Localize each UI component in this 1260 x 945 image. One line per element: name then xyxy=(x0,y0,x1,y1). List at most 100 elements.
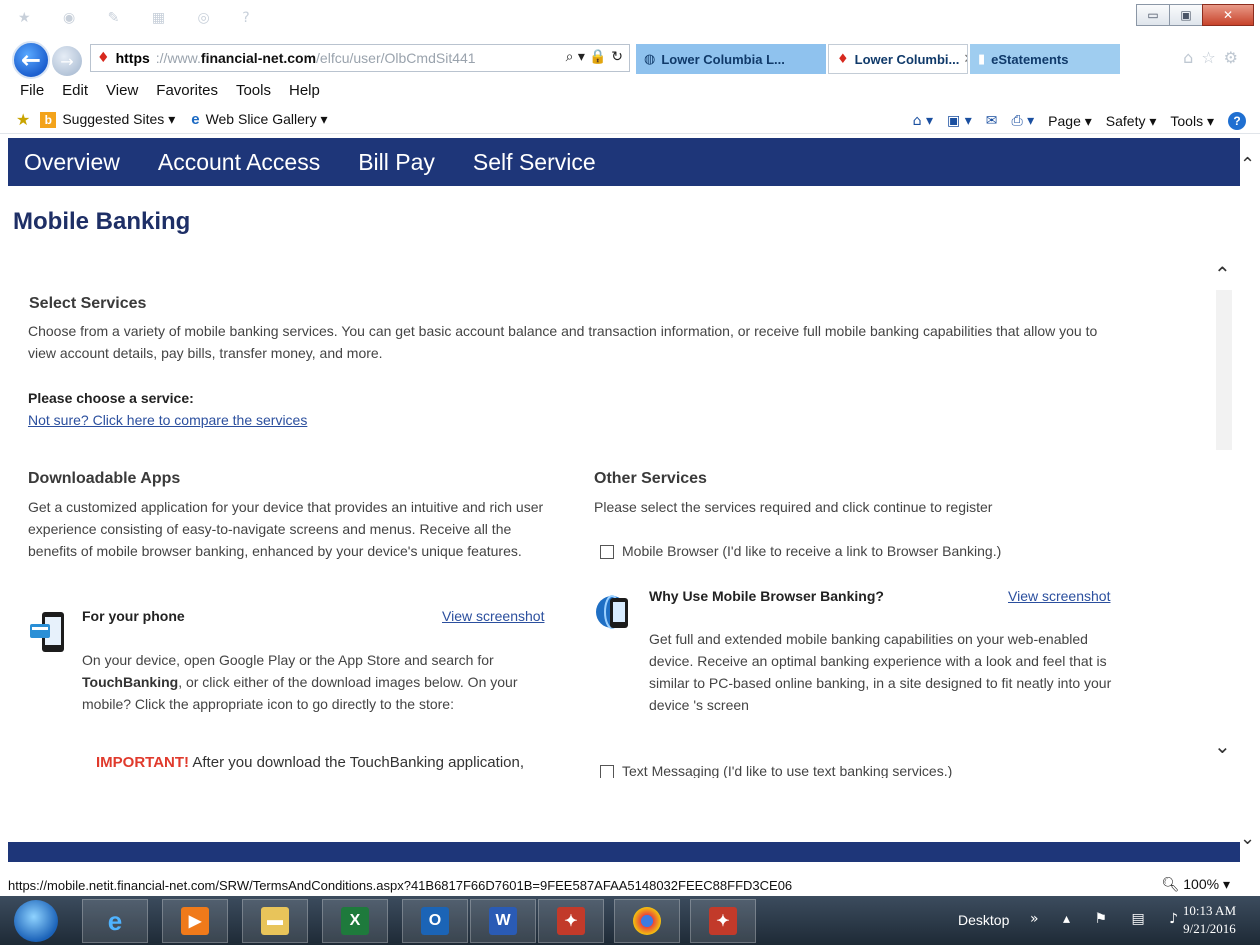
mail-icon[interactable]: ✉ xyxy=(986,113,998,129)
tab-lower-columbia-2[interactable]: ♦ Lower Columbi... ✕ xyxy=(828,44,968,74)
window-titlebar: ★ ◉ ✎ ▦ ◎ ? ▭ ▣ ✕ xyxy=(0,0,1260,36)
tools-menu[interactable]: Tools ▾ xyxy=(1170,113,1214,130)
phone-app-icon xyxy=(30,612,64,652)
menu-edit[interactable]: Edit xyxy=(62,82,88,99)
clock-time: 10:13 AM xyxy=(1182,903,1236,918)
taskbar-media-player[interactable]: ▶ xyxy=(162,899,228,943)
faded-toolbar-icons: ★ ◉ ✎ ▦ ◎ ? xyxy=(18,10,264,26)
media-player-icon: ▶ xyxy=(181,907,209,935)
globe-icon: ◍ xyxy=(644,51,656,67)
taskbar-app-generic-1[interactable]: ✦ xyxy=(538,899,604,943)
view-screenshot-browser-link[interactable]: View screenshot xyxy=(1008,588,1110,604)
mobile-browser-label[interactable]: Mobile Browser (I'd like to receive a li… xyxy=(622,543,1001,559)
outlook-icon: O xyxy=(421,907,449,935)
other-services-title: Other Services xyxy=(594,470,707,487)
ie-icon: e xyxy=(107,905,123,936)
site-favicon-icon: ♦ xyxy=(97,50,110,66)
site-favicon-icon: ♦ xyxy=(837,51,849,67)
page-menu[interactable]: Page ▾ xyxy=(1048,113,1092,130)
status-bar: https://mobile.netit.financial-net.com/S… xyxy=(0,874,1260,896)
view-screenshot-app-link[interactable]: View screenshot xyxy=(442,608,544,624)
screen: ★ ◉ ✎ ▦ ◎ ? ▭ ▣ ✕ ← → ♦ https ://www. fi… xyxy=(0,0,1260,945)
important-text: After you download the TouchBanking appl… xyxy=(189,754,525,771)
safety-menu[interactable]: Safety ▾ xyxy=(1106,113,1157,130)
address-path: /elfcu/user/OlbCmdSit441 xyxy=(316,50,476,66)
nav-self-service[interactable]: Self Service xyxy=(473,149,596,176)
nav-bill-pay[interactable]: Bill Pay xyxy=(358,149,435,176)
compare-services-link[interactable]: Not sure? Click here to compare the serv… xyxy=(28,412,307,428)
address-actions[interactable]: ⌕ ▾ 🔒 ↻ xyxy=(566,49,623,65)
downloadable-apps-description: Get a customized application for your de… xyxy=(28,499,544,559)
touchbanking-name: TouchBanking xyxy=(82,674,179,690)
restore-button[interactable]: ▣ xyxy=(1169,4,1203,26)
why-mobile-browser-text: Get full and extended mobile banking cap… xyxy=(649,631,1112,713)
feeds-icon[interactable]: ▣ ▾ xyxy=(947,113,972,129)
back-button[interactable]: ← xyxy=(12,41,50,79)
minimize-button[interactable]: ▭ xyxy=(1136,4,1170,26)
status-url: https://mobile.netit.financial-net.com/S… xyxy=(8,877,793,893)
text-messaging-checkbox[interactable] xyxy=(600,765,614,778)
scroll-up-icon[interactable]: ⌃ xyxy=(1214,262,1231,286)
chevron-down-icon[interactable]: ⌄ xyxy=(1240,828,1255,849)
suggested-sites-link[interactable]: Suggested Sites ▾ xyxy=(62,111,175,128)
app-instructions: On your device, open Google Play or the … xyxy=(82,649,552,715)
chrome-icon xyxy=(633,907,661,935)
nav-overview[interactable]: Overview xyxy=(24,149,120,176)
browser-nav-row: ← → ♦ https ://www. financial-net.com /e… xyxy=(0,38,1260,79)
main-content: Select Services Choose from a variety of… xyxy=(0,262,1215,778)
home-favorites-settings-icons[interactable]: ⌂☆⚙ xyxy=(1183,48,1246,67)
command-bar: ⌂ ▾ ▣ ▾ ✉ ⎙ ▾ Page ▾ Safety ▾ Tools ▾ ? xyxy=(899,112,1246,130)
menu-view[interactable]: View xyxy=(106,82,138,99)
zoom-icon: 🔍︎ xyxy=(1161,876,1180,892)
taskbar-app-generic-2[interactable]: ✦ xyxy=(690,899,756,943)
tab-estatements[interactable]: ▮ eStatements xyxy=(970,44,1120,74)
close-window-button[interactable]: ✕ xyxy=(1202,4,1254,26)
ie-icon: e xyxy=(191,111,200,128)
clock[interactable]: 10:13 AM 9/21/2016 xyxy=(1183,902,1236,938)
scrollbar-thumb[interactable] xyxy=(1216,290,1232,450)
system-tray-icons[interactable]: » ▴ ⚑ ▤ ♪ xyxy=(1030,911,1188,927)
menu-favorites[interactable]: Favorites xyxy=(156,82,218,99)
address-scheme: https xyxy=(115,50,150,66)
nav-account-access[interactable]: Account Access xyxy=(158,149,320,176)
why-mobile-browser-heading: Why Use Mobile Browser Banking? xyxy=(649,588,884,604)
chevron-up-icon[interactable]: ⌃ xyxy=(1240,154,1255,175)
downloadable-apps-title: Downloadable Apps xyxy=(28,470,181,487)
select-services-description: Choose from a variety of mobile banking … xyxy=(28,323,1098,361)
start-button[interactable] xyxy=(14,900,58,942)
home-icon[interactable]: ⌂ ▾ xyxy=(913,113,933,129)
menu-help[interactable]: Help xyxy=(289,82,320,99)
favorites-star-icon[interactable]: ★ xyxy=(16,110,30,129)
address-bar[interactable]: ♦ https ://www. financial-net.com /elfcu… xyxy=(90,44,630,72)
word-icon: W xyxy=(489,907,517,935)
excel-icon: X xyxy=(341,907,369,935)
taskbar-excel[interactable]: X xyxy=(322,899,388,943)
folder-icon: ▬ xyxy=(261,907,289,935)
web-slice-gallery-link[interactable]: Web Slice Gallery ▾ xyxy=(206,111,328,128)
taskbar-word[interactable]: W xyxy=(470,899,536,943)
scroll-down-icon[interactable]: ⌄ xyxy=(1214,734,1231,758)
tab-label: Lower Columbi... xyxy=(854,51,960,67)
menu-file[interactable]: File xyxy=(20,82,44,99)
print-icon[interactable]: ⎙ ▾ xyxy=(1011,113,1034,129)
page-title: Mobile Banking xyxy=(13,208,191,235)
taskbar-internet-explorer[interactable]: e xyxy=(82,899,148,943)
arrow-right-icon: → xyxy=(60,51,74,71)
taskbar-file-explorer[interactable]: ▬ xyxy=(242,899,308,943)
taskbar-chrome[interactable] xyxy=(614,899,680,943)
menu-bar: File Edit View Favorites Tools Help xyxy=(0,78,1260,102)
tab-label: Lower Columbia L... xyxy=(661,51,785,67)
forward-button[interactable]: → xyxy=(52,46,82,76)
zoom-level[interactable]: 🔍︎ 100% ▾ xyxy=(1162,876,1230,893)
text-messaging-label[interactable]: Text Messaging (I'd like to use text ban… xyxy=(622,763,952,778)
app-icon: ✦ xyxy=(709,907,737,935)
taskbar-outlook[interactable]: O xyxy=(402,899,468,943)
menu-tools[interactable]: Tools xyxy=(236,82,271,99)
important-label: IMPORTANT! xyxy=(96,754,190,771)
mobile-browser-checkbox[interactable] xyxy=(600,545,614,559)
help-icon[interactable]: ? xyxy=(1228,112,1246,130)
tab-lower-columbia-1[interactable]: ◍ Lower Columbia L... xyxy=(636,44,826,74)
close-tab-icon[interactable]: ✕ xyxy=(963,51,967,67)
desktop-toolbar[interactable]: Desktop xyxy=(958,912,1009,928)
bing-icon: b xyxy=(40,111,57,128)
